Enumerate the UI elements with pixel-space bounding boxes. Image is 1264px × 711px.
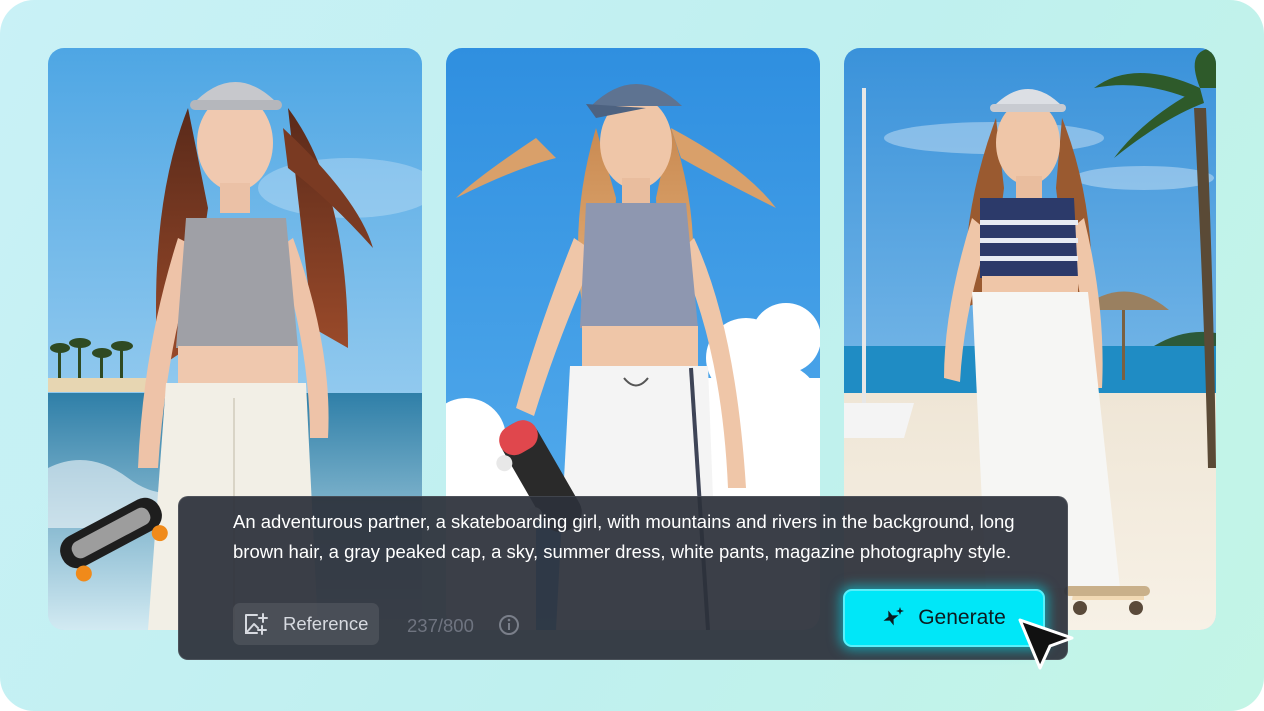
reference-button[interactable]: Reference [233, 603, 379, 645]
prompt-text[interactable]: An adventurous partner, a skateboarding … [233, 507, 1033, 567]
app-stage: An adventurous partner, a skateboarding … [0, 0, 1264, 711]
prompt-panel: An adventurous partner, a skateboarding … [178, 496, 1068, 660]
pointer-cursor-icon [1016, 616, 1076, 674]
generate-button-label: Generate [918, 606, 1006, 629]
image-add-icon [243, 611, 269, 637]
info-icon[interactable] [498, 614, 520, 636]
reference-button-label: Reference [283, 613, 369, 634]
char-counter: 237/800 [407, 615, 474, 636]
generate-button[interactable]: Generate [843, 589, 1045, 647]
sparkle-icon [882, 606, 906, 630]
